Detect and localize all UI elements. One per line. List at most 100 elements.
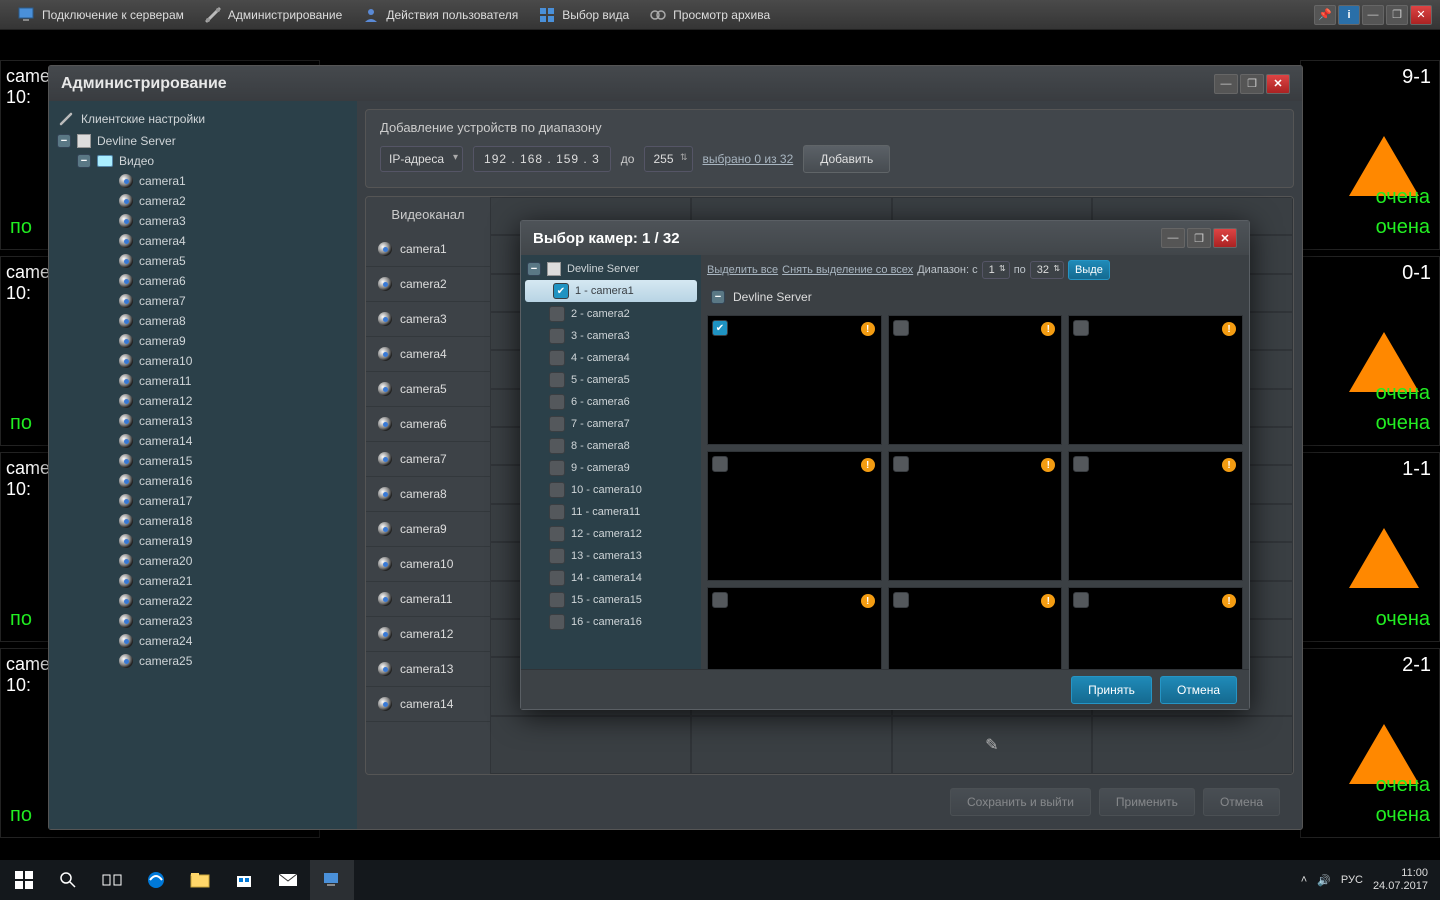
- tree-camera-item[interactable]: camera13: [49, 411, 357, 431]
- vc-list-item[interactable]: camera2: [366, 267, 490, 302]
- vc-list-item[interactable]: camera13: [366, 652, 490, 687]
- accept-button[interactable]: Принять: [1071, 676, 1152, 704]
- tree-camera-item[interactable]: camera4: [49, 231, 357, 251]
- modal-tree-camera[interactable]: 3 - camera3: [521, 325, 701, 347]
- vc-list-item[interactable]: camera4: [366, 337, 490, 372]
- mail-icon[interactable]: [266, 860, 310, 900]
- collapse-icon[interactable]: −: [527, 262, 541, 276]
- collapse-icon[interactable]: −: [57, 134, 71, 148]
- vc-list-item[interactable]: camera9: [366, 512, 490, 547]
- checkbox[interactable]: [1073, 456, 1089, 472]
- modal-tree-camera[interactable]: 15 - camera15: [521, 589, 701, 611]
- modal-tree-camera[interactable]: 6 - camera6: [521, 391, 701, 413]
- modal-close-button[interactable]: ✕: [1213, 228, 1237, 248]
- vc-grid-cell[interactable]: ✎: [892, 716, 1093, 774]
- checkbox[interactable]: [712, 456, 728, 472]
- tree-camera-item[interactable]: camera25: [49, 651, 357, 671]
- modal-tree-camera[interactable]: 11 - camera11: [521, 501, 701, 523]
- camera-preview-cell[interactable]: !: [888, 587, 1063, 669]
- tree-video-node[interactable]: − Видео: [49, 151, 357, 171]
- vc-list-item[interactable]: camera8: [366, 477, 490, 512]
- checkbox[interactable]: [549, 460, 565, 476]
- tree-camera-item[interactable]: camera21: [49, 571, 357, 591]
- vc-list-item[interactable]: camera7: [366, 442, 490, 477]
- modal-tree-camera[interactable]: 14 - camera14: [521, 567, 701, 589]
- modal-camera-tree[interactable]: − Devline Server 1 - camera12 - camera23…: [521, 255, 701, 669]
- vc-list-item[interactable]: camera5: [366, 372, 490, 407]
- modal-server-row[interactable]: − Devline Server: [701, 285, 1249, 309]
- vc-grid-cell[interactable]: [490, 716, 691, 774]
- vc-list-item[interactable]: camera6: [366, 407, 490, 442]
- tree-camera-item[interactable]: camera1: [49, 171, 357, 191]
- admin-close-button[interactable]: ✕: [1266, 74, 1290, 94]
- admin-minimize-button[interactable]: —: [1214, 74, 1238, 94]
- range-from-input[interactable]: 1: [982, 261, 1010, 279]
- camera-preview-cell[interactable]: !: [1068, 451, 1243, 581]
- vc-list-item[interactable]: camera12: [366, 617, 490, 652]
- checkbox[interactable]: [893, 456, 909, 472]
- camera-preview-cell[interactable]: !: [707, 587, 882, 669]
- tray-volume-icon[interactable]: 🔊: [1317, 874, 1331, 887]
- modal-tree-camera[interactable]: 13 - camera13: [521, 545, 701, 567]
- collapse-icon[interactable]: −: [711, 290, 725, 304]
- pin-button[interactable]: 📌: [1314, 5, 1336, 25]
- search-button[interactable]: [46, 860, 90, 900]
- tree-camera-item[interactable]: camera24: [49, 631, 357, 651]
- checkbox[interactable]: [549, 504, 565, 520]
- modal-tree-camera[interactable]: 10 - camera10: [521, 479, 701, 501]
- maximize-button[interactable]: ❐: [1386, 5, 1408, 25]
- close-button[interactable]: ✕: [1410, 5, 1432, 25]
- modal-cancel-button[interactable]: Отмена: [1160, 676, 1237, 704]
- tree-camera-item[interactable]: camera20: [49, 551, 357, 571]
- tree-camera-item[interactable]: camera7: [49, 291, 357, 311]
- modal-tree-camera[interactable]: 16 - camera16: [521, 611, 701, 633]
- vc-list-item[interactable]: camera1: [366, 232, 490, 267]
- vc-list-item[interactable]: camera3: [366, 302, 490, 337]
- checkbox[interactable]: [712, 320, 728, 336]
- menu-user-actions[interactable]: Действия пользователя: [352, 2, 528, 28]
- tree-camera-item[interactable]: camera17: [49, 491, 357, 511]
- checkbox[interactable]: [549, 570, 565, 586]
- checkbox[interactable]: [549, 372, 565, 388]
- tree-camera-item[interactable]: camera22: [49, 591, 357, 611]
- modal-tree-camera[interactable]: 4 - camera4: [521, 347, 701, 369]
- select-all-link[interactable]: Выделить все: [707, 264, 778, 276]
- tree-server-node[interactable]: − Devline Server: [49, 131, 357, 151]
- tree-camera-item[interactable]: camera3: [49, 211, 357, 231]
- address-mode-select[interactable]: IP-адреса: [380, 146, 463, 172]
- checkbox[interactable]: [549, 482, 565, 498]
- task-view-button[interactable]: [90, 860, 134, 900]
- store-icon[interactable]: [222, 860, 266, 900]
- checkbox[interactable]: [549, 306, 565, 322]
- modal-tree-camera[interactable]: 7 - camera7: [521, 413, 701, 435]
- explorer-icon[interactable]: [178, 860, 222, 900]
- modal-tree-camera[interactable]: 12 - camera12: [521, 523, 701, 545]
- vc-grid-cell[interactable]: [691, 716, 892, 774]
- modal-maximize-button[interactable]: ❐: [1187, 228, 1211, 248]
- menu-connect[interactable]: Подключение к серверам: [8, 2, 194, 28]
- tree-camera-item[interactable]: camera14: [49, 431, 357, 451]
- ip-to-input[interactable]: 255: [644, 146, 692, 172]
- range-select-button[interactable]: Выде: [1068, 260, 1110, 280]
- tree-camera-item[interactable]: camera16: [49, 471, 357, 491]
- camera-preview-cell[interactable]: !: [707, 451, 882, 581]
- videochannel-list[interactable]: Видеоканал camera1camera2camera3camera4c…: [366, 197, 490, 774]
- vc-list-item[interactable]: camera14: [366, 687, 490, 722]
- tree-camera-item[interactable]: camera5: [49, 251, 357, 271]
- start-button[interactable]: [2, 860, 46, 900]
- checkbox[interactable]: [893, 320, 909, 336]
- app-icon[interactable]: [310, 860, 354, 900]
- tree-camera-item[interactable]: camera12: [49, 391, 357, 411]
- checkbox[interactable]: [712, 592, 728, 608]
- camera-preview-cell[interactable]: !: [707, 315, 882, 445]
- save-exit-button[interactable]: Сохранить и выйти: [950, 788, 1091, 816]
- deselect-all-link[interactable]: Снять выделение со всех: [782, 264, 913, 276]
- checkbox[interactable]: [893, 592, 909, 608]
- apply-button[interactable]: Применить: [1099, 788, 1195, 816]
- tray-clock[interactable]: 11:00 24.07.2017: [1373, 867, 1428, 893]
- tree-camera-item[interactable]: camera23: [49, 611, 357, 631]
- menu-admin[interactable]: Администрирование: [194, 2, 352, 28]
- tree-camera-item[interactable]: camera8: [49, 311, 357, 331]
- admin-maximize-button[interactable]: ❐: [1240, 74, 1264, 94]
- checkbox[interactable]: [549, 350, 565, 366]
